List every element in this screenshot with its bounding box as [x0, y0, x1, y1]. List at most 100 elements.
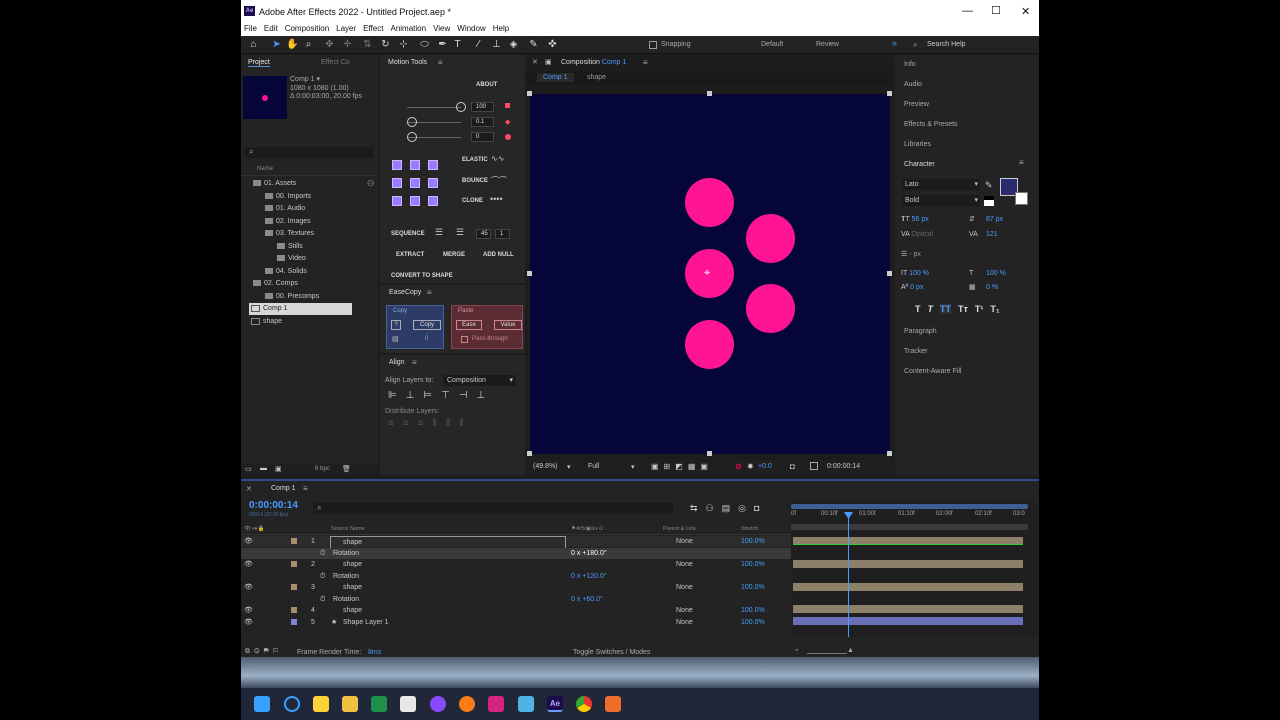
zoom-in-icon[interactable]: ▲ [847, 647, 854, 654]
layer-bar[interactable] [793, 560, 1023, 568]
property-row[interactable]: ⏱ Rotation 0 x +60.0° [241, 594, 791, 605]
resolution-select[interactable]: Full [588, 463, 599, 470]
slider-value-field[interactable]: 100 [471, 102, 494, 112]
eye-icon[interactable]: 👁 [244, 605, 253, 616]
menu-edit[interactable]: Edit [264, 24, 278, 33]
lock-icon[interactable]: ▣ [545, 58, 552, 66]
faux-italic-button[interactable]: T [928, 304, 934, 314]
delete-icon[interactable]: 🗑 [342, 465, 351, 473]
menu-file[interactable]: File [244, 24, 257, 33]
instagram-icon[interactable] [488, 696, 504, 712]
anchor-cell[interactable] [392, 178, 402, 188]
slider-value-field[interactable]: 0 [471, 132, 494, 142]
font-size-value[interactable]: 56 px [912, 216, 929, 223]
notepad-icon[interactable] [518, 696, 534, 712]
stretch-value[interactable]: 100.0% [741, 582, 765, 593]
anchor-point-icon[interactable]: ⌖ [704, 267, 710, 280]
anchor-cell[interactable] [410, 160, 420, 170]
horizontal-scale-value[interactable]: 100 % [986, 267, 1006, 282]
menu-animation[interactable]: Animation [390, 24, 426, 33]
stretch-value[interactable]: 100.0% [741, 536, 765, 547]
label-color-icon[interactable] [291, 607, 297, 613]
stroke-color-swatch[interactable] [1015, 192, 1028, 205]
column-name-header[interactable]: Name [241, 166, 378, 176]
roto-brush-tool-icon[interactable]: ✎ [528, 39, 539, 50]
settings-icon[interactable]: ✹ [747, 462, 754, 471]
timeline-graph-area[interactable]: 0f 00:10f 01:00f 01:10f 02:00f 02:10f 03… [791, 502, 1037, 637]
copy-button[interactable]: Copy [413, 320, 441, 330]
file-explorer-icon[interactable] [342, 696, 358, 712]
tree-item[interactable]: 03. Textures [241, 228, 378, 240]
parent-select[interactable]: None [676, 605, 693, 616]
workspace-review[interactable]: Review [816, 41, 839, 48]
layer-name[interactable]: shape [343, 605, 362, 616]
minimize-icon[interactable]: — [962, 5, 973, 17]
superscript-button[interactable]: T¹ [975, 304, 984, 314]
home-icon[interactable]: ⌂ [248, 39, 259, 50]
after-effects-icon[interactable]: Ae [547, 696, 563, 712]
parent-select[interactable]: None [676, 582, 693, 593]
merge-button[interactable]: MERGE [443, 252, 465, 258]
label-color-icon[interactable] [291, 584, 297, 590]
tree-item[interactable]: Video [241, 253, 378, 265]
parent-select[interactable]: None [676, 559, 693, 570]
anchor-cell[interactable] [410, 196, 420, 206]
about-button[interactable]: ABOUT [476, 82, 497, 88]
rotation-value[interactable]: 0 x +60.0° [571, 594, 603, 605]
clone-stamp-tool-icon[interactable]: ⊥ [491, 39, 502, 50]
anchor-cell[interactable] [410, 178, 420, 188]
audio-panel-header[interactable]: Audio [895, 75, 1038, 95]
tree-item[interactable]: 00. Precomps [241, 291, 378, 303]
stretch-value[interactable]: 100.0% [741, 605, 765, 616]
text-style-buttons[interactable]: T T TT Tт T¹ T₁ [915, 304, 1000, 314]
font-style-select[interactable]: Bold ▾ [902, 195, 980, 206]
firefox-icon[interactable] [459, 696, 475, 712]
hand-tool-icon[interactable]: ✋ [286, 39, 298, 50]
layer-name[interactable]: Shape Layer 1 [343, 617, 389, 628]
transform-handle[interactable] [887, 91, 892, 96]
breadcrumb-comp[interactable]: Comp 1 [537, 73, 574, 82]
maximize-icon[interactable]: ☐ [991, 4, 1001, 17]
layer-name[interactable]: shape [343, 582, 362, 593]
layer-row[interactable]: 👁 4 shape None 100.0% [241, 605, 791, 616]
chrome-icon[interactable] [576, 696, 592, 712]
slider-handle[interactable] [407, 117, 417, 127]
menu-help[interactable]: Help [493, 24, 509, 33]
parent-link-header[interactable]: Parent & Link [663, 526, 696, 532]
anchor-cell[interactable] [428, 196, 438, 206]
pink-circle[interactable] [685, 320, 734, 369]
transform-handle[interactable] [887, 271, 892, 276]
stopwatch-icon[interactable]: ⏱ [320, 571, 325, 582]
sequence-step-field[interactable]: 1 [495, 229, 510, 239]
paste-ease-button[interactable]: Ease [456, 320, 482, 330]
menu-layer[interactable]: Layer [336, 24, 356, 33]
panel-menu-icon[interactable]: ≡ [1019, 158, 1024, 167]
tracking-value[interactable]: 121 [986, 228, 998, 243]
parent-select[interactable]: None [676, 617, 693, 628]
menu-window[interactable]: Window [457, 24, 485, 33]
workspace-menu-icon[interactable]: » [892, 38, 897, 48]
tree-item-comp-selected[interactable]: Comp 1 [249, 303, 352, 315]
rotation-value[interactable]: 0 x +180.0° [571, 548, 607, 559]
time-ruler[interactable]: 0f 00:10f 01:00f 01:10f 02:00f 02:10f 03… [791, 511, 1037, 523]
pen-tool-icon[interactable]: ✒ [437, 39, 448, 50]
messenger-icon[interactable] [430, 696, 446, 712]
show-snapshot-icon[interactable] [810, 462, 818, 470]
breadcrumb-shape[interactable]: shape [587, 74, 606, 81]
paste-value-button[interactable]: Value [494, 320, 522, 330]
interpret-footage-icon[interactable]: ▭ [245, 465, 252, 473]
transform-handle[interactable] [887, 451, 892, 456]
tree-item[interactable]: 02. Images [241, 216, 378, 228]
sequence-button[interactable]: SEQUENCE [391, 231, 425, 237]
pink-circle[interactable] [685, 178, 734, 227]
tree-item[interactable]: 01. Audio [241, 203, 378, 215]
menu-composition[interactable]: Composition [285, 24, 329, 33]
eye-icon[interactable]: 👁 [244, 582, 253, 593]
layer-row[interactable]: 👁 2 shape None 100.0% [241, 559, 791, 570]
transform-handle[interactable] [707, 451, 712, 456]
menu-view[interactable]: View [433, 24, 450, 33]
visibility-column-icon[interactable]: 👁◑●🔒 [244, 526, 264, 532]
selection-tool-icon[interactable]: ➤ [271, 39, 282, 50]
windows-start-icon[interactable] [254, 696, 270, 712]
workspace-default[interactable]: Default [761, 41, 783, 48]
